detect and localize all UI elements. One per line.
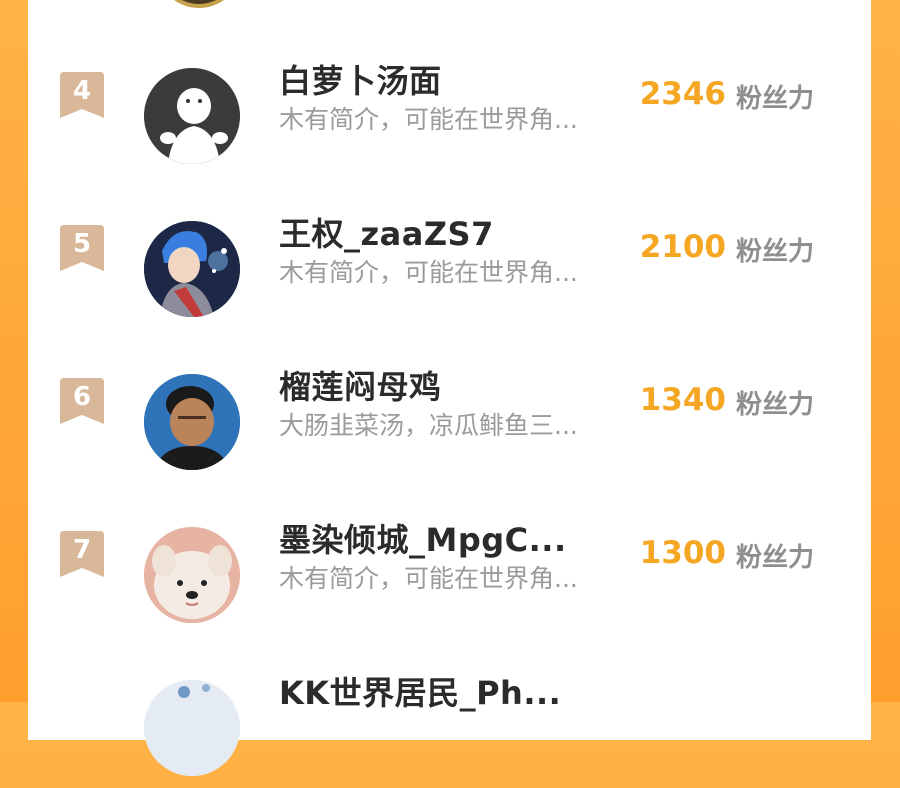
rank-badge: 6 bbox=[60, 378, 104, 424]
user-bio: 木有简介，可能在世界角... bbox=[279, 105, 578, 134]
rank-number: 7 bbox=[72, 535, 92, 565]
list-item[interactable]: KK世界居民_Ph... bbox=[28, 668, 871, 788]
user-name[interactable]: 白萝卜汤面 bbox=[279, 56, 442, 102]
user-name[interactable]: 榴莲闷母鸡 bbox=[279, 362, 442, 408]
fan-power-score: 1300 bbox=[639, 535, 726, 571]
fan-power-label: 粉丝力 bbox=[736, 84, 815, 114]
rank-number: 6 bbox=[72, 382, 92, 412]
user-name[interactable]: 墨染倾城_MpgC... bbox=[279, 515, 567, 561]
list-item[interactable]: 5 王权_zaaZS7 木有简介，可能在世界角... 2100 粉丝力 bbox=[28, 209, 871, 329]
list-item[interactable]: 7 墨染倾城_MpgC... 木有简介，可能在世界角... 1300 粉丝力 bbox=[28, 515, 871, 635]
user-name[interactable]: 王权_zaaZS7 bbox=[279, 209, 494, 255]
leaderboard-card: 4 白萝卜汤面 木有简介，可能在世界角... 2346 粉丝力 5 王权_zaa… bbox=[28, 0, 871, 776]
user-name[interactable]: KK世界居民_Ph... bbox=[279, 668, 561, 714]
fan-power-label: 粉丝力 bbox=[736, 390, 815, 420]
rank-number: 5 bbox=[72, 229, 92, 259]
avatar[interactable] bbox=[144, 374, 240, 470]
avatar[interactable] bbox=[144, 221, 240, 317]
photo-person-avatar-icon bbox=[144, 374, 240, 470]
default-user-avatar-icon bbox=[144, 68, 240, 164]
avatar[interactable] bbox=[144, 680, 240, 776]
anime-character-avatar-icon bbox=[144, 221, 240, 317]
previous-row-avatar[interactable] bbox=[156, 0, 242, 18]
rank-badge: 4 bbox=[60, 72, 104, 118]
rank-number: 4 bbox=[72, 76, 92, 106]
user-bio: 木有简介，可能在世界角... bbox=[279, 564, 578, 593]
fan-power-score: 1340 bbox=[639, 382, 726, 418]
rank-badge: 7 bbox=[60, 531, 104, 577]
list-item[interactable]: 4 白萝卜汤面 木有简介，可能在世界角... 2346 粉丝力 bbox=[28, 56, 871, 176]
fan-power-label: 粉丝力 bbox=[736, 237, 815, 267]
list-item[interactable]: 6 榴莲闷母鸡 大肠韭菜汤，凉瓜鲱鱼三... 1340 粉丝力 bbox=[28, 362, 871, 482]
dog-photo-avatar-icon bbox=[144, 527, 240, 623]
fan-power-label: 粉丝力 bbox=[736, 543, 815, 573]
fan-power-score: 2100 bbox=[639, 229, 726, 265]
fan-power-score: 2346 bbox=[639, 76, 726, 112]
user-bio: 大肠韭菜汤，凉瓜鲱鱼三... bbox=[279, 411, 578, 440]
partial-avatar-icon bbox=[144, 680, 240, 776]
avatar[interactable] bbox=[144, 527, 240, 623]
avatar[interactable] bbox=[144, 68, 240, 164]
rank-badge: 5 bbox=[60, 225, 104, 271]
user-bio: 木有简介，可能在世界角... bbox=[279, 258, 578, 287]
